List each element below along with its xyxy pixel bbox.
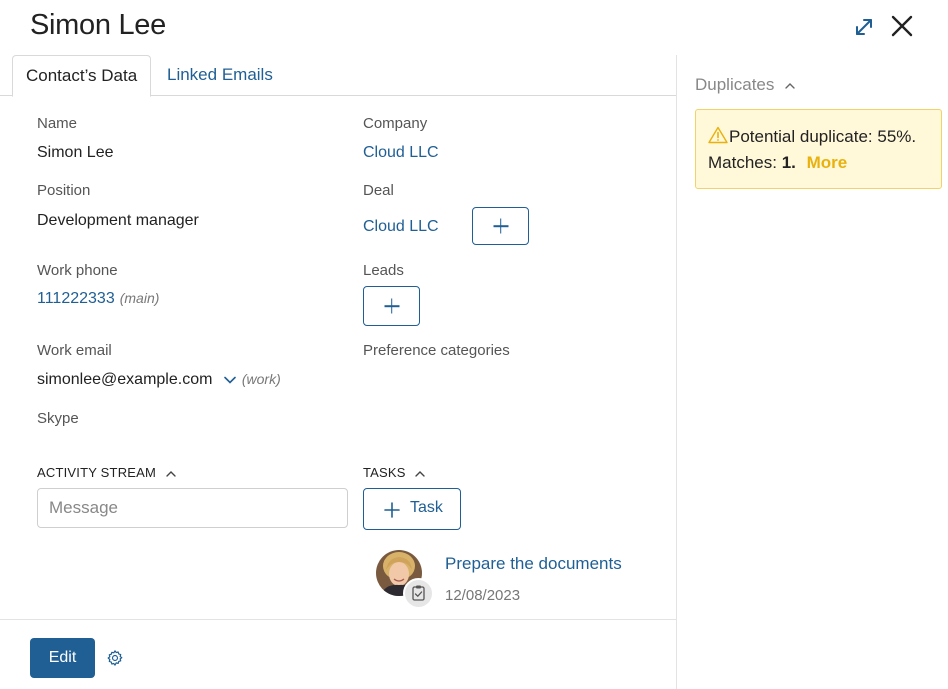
work-phone-link[interactable]: 111222333	[37, 290, 115, 307]
tasks-header[interactable]: TASKS	[363, 465, 426, 480]
matches-label: Matches:	[708, 153, 777, 172]
task-title-link[interactable]: Prepare the documents	[445, 554, 622, 574]
deal-label: Deal	[363, 182, 394, 199]
edit-button[interactable]: Edit	[30, 638, 95, 678]
work-email-hint: (work)	[241, 371, 281, 387]
work-email-value: simonlee@example.com	[37, 371, 213, 388]
panel-divider	[676, 55, 677, 689]
warning-icon	[708, 126, 728, 144]
gear-icon[interactable]	[106, 649, 124, 667]
skype-label: Skype	[37, 410, 79, 427]
footer-divider	[0, 619, 676, 620]
add-task-label: Task	[410, 499, 443, 516]
company-link[interactable]: Cloud LLC	[363, 144, 439, 162]
deal-link[interactable]: Cloud LLC	[363, 218, 439, 236]
message-input[interactable]	[37, 488, 348, 528]
work-phone-label: Work phone	[37, 262, 118, 279]
duplicates-title: Duplicates	[695, 75, 775, 94]
add-deal-button[interactable]	[472, 207, 529, 245]
work-phone-hint: (main)	[119, 290, 160, 306]
expand-icon[interactable]	[852, 15, 876, 39]
name-label: Name	[37, 115, 78, 132]
page-title: Simon Lee	[30, 9, 166, 41]
tab-linked-emails[interactable]: Linked Emails	[154, 55, 286, 96]
position-value: Development manager	[37, 212, 199, 229]
chevron-up-icon	[415, 470, 426, 477]
tab-bar: Contact’s Data Linked Emails	[0, 55, 676, 97]
add-lead-button[interactable]	[363, 286, 420, 326]
duplicate-warning: Potential duplicate: 55%. Matches: 1. Mo…	[695, 109, 942, 189]
work-phone-row: 111222333 (main)	[37, 290, 159, 308]
clipboard-check-icon	[412, 585, 425, 601]
more-link[interactable]: More	[807, 153, 848, 172]
add-task-button[interactable]: Task	[363, 488, 461, 530]
name-value: Simon Lee	[37, 144, 114, 161]
work-email-row: simonlee@example.com (work)	[37, 371, 281, 389]
matches-count: 1.	[781, 153, 796, 172]
work-email-label: Work email	[37, 342, 112, 359]
plus-icon	[384, 502, 400, 518]
activity-stream-title: ACTIVITY STREAM	[37, 465, 157, 480]
duplicate-line: Potential duplicate: 55%.	[708, 126, 916, 147]
duplicate-percent-text: Potential duplicate: 55%.	[729, 127, 917, 146]
close-icon[interactable]	[890, 14, 914, 38]
chevron-down-icon[interactable]	[223, 375, 237, 385]
preference-categories-label: Preference categories	[363, 342, 510, 359]
duplicates-header[interactable]: Duplicates	[695, 75, 796, 95]
task-date: 12/08/2023	[445, 587, 521, 604]
position-label: Position	[37, 182, 91, 199]
chevron-up-icon	[785, 82, 795, 89]
matches-line: Matches: 1. More	[708, 153, 847, 173]
task-badge	[403, 578, 434, 609]
activity-stream-header[interactable]: ACTIVITY STREAM	[37, 465, 177, 480]
chevron-up-icon	[166, 470, 176, 477]
tab-contacts-data[interactable]: Contact’s Data	[12, 55, 152, 97]
tasks-title: TASKS	[363, 465, 406, 480]
company-label: Company	[363, 115, 428, 132]
leads-label: Leads	[363, 262, 404, 279]
